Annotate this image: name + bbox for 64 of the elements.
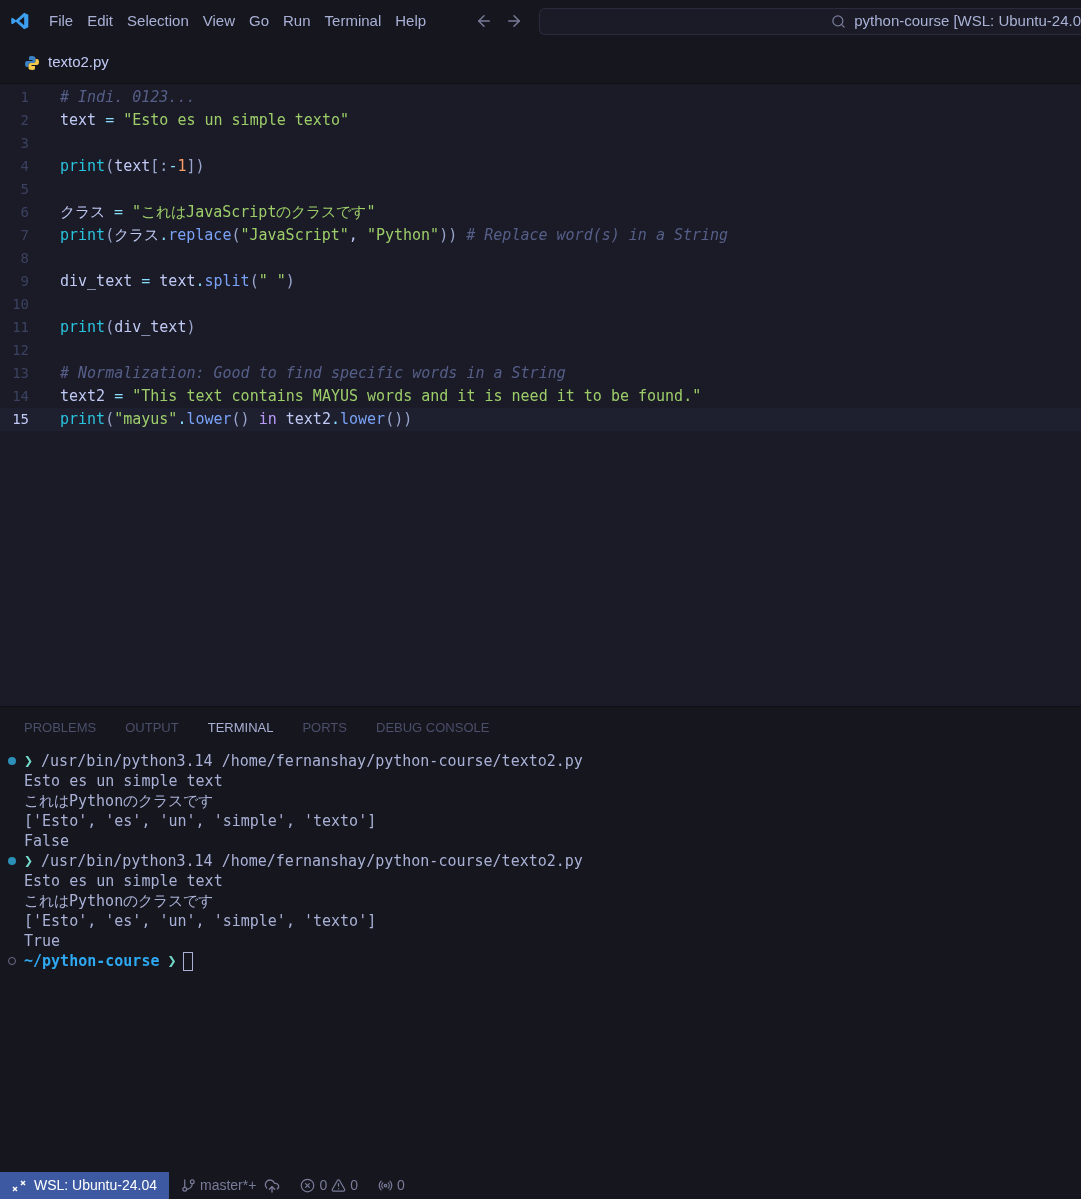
app-logo-icon bbox=[10, 11, 30, 31]
branch-icon bbox=[180, 1178, 196, 1193]
editor-tab[interactable]: texto2.py bbox=[0, 42, 133, 83]
menu-item[interactable]: Selection bbox=[122, 9, 194, 33]
line-number: 14 bbox=[11, 387, 29, 406]
line-number: 8 bbox=[19, 249, 29, 268]
terminal-output: False bbox=[24, 830, 70, 852]
terminal-output: True bbox=[24, 930, 61, 952]
menu-item[interactable]: View bbox=[197, 9, 240, 33]
line-number: 7 bbox=[19, 226, 29, 245]
terminal-output: Esto es un simple text bbox=[24, 770, 223, 792]
terminal-command: /usr/bin/python3.14 /home/fernanshay/python-course/texto2.py bbox=[41, 850, 583, 872]
line-number: 12 bbox=[11, 341, 29, 360]
terminal-output: これはPythonのクラスです bbox=[24, 890, 214, 912]
terminal-output: これはPythonのクラスです bbox=[24, 790, 214, 812]
remote-icon bbox=[12, 1179, 26, 1192]
error-icon bbox=[300, 1178, 316, 1193]
line-number: 9 bbox=[19, 272, 29, 291]
terminal-output: ['Esto', 'es', 'un', 'simple', 'texto'] bbox=[24, 910, 377, 932]
search-icon bbox=[831, 13, 847, 29]
line-number: 10 bbox=[11, 295, 29, 314]
terminal-output: Esto es un simple text bbox=[24, 870, 223, 892]
line-number: 13 bbox=[11, 364, 29, 383]
remote-indicator[interactable]: WSL: Ubuntu-24.04 bbox=[0, 1172, 169, 1199]
terminal-cursor bbox=[182, 951, 193, 971]
menu-item[interactable]: Terminal bbox=[319, 9, 387, 33]
code-line: # Indi. 0123... bbox=[60, 87, 196, 109]
line-number: 3 bbox=[19, 134, 29, 153]
code-line: クラス = "これはJavaScriptのクラスです" bbox=[60, 202, 376, 224]
code-line: print("mayus".lower() in text2.lower()) bbox=[60, 409, 413, 431]
code-line: # Normalization: Good to find specific words in a String bbox=[60, 363, 566, 385]
code-line: print(クラス.replace("JavaScript", "Python")) # Replace word(s) in a String bbox=[60, 225, 729, 247]
branch-indicator[interactable]: master*+ bbox=[180, 1175, 257, 1196]
menu-item[interactable]: Run bbox=[278, 9, 316, 33]
code-line: text = "Esto es un simple texto" bbox=[60, 110, 349, 132]
line-number: 4 bbox=[19, 157, 29, 176]
menu-item[interactable]: Go bbox=[244, 9, 274, 33]
cloud-upload-icon[interactable] bbox=[264, 1177, 281, 1194]
code-line: text2 = "This text contains MAYUS words and it is need it to be found." bbox=[60, 386, 702, 408]
line-number: 11 bbox=[11, 318, 29, 337]
menu-item[interactable]: File bbox=[44, 9, 79, 33]
line-number: 15 bbox=[11, 410, 29, 429]
search-field[interactable]: python-course [WSL: Ubuntu-24.0 bbox=[539, 7, 1081, 35]
code-line: div_text = text.split(" ") bbox=[60, 271, 295, 293]
line-number: 6 bbox=[19, 203, 29, 222]
prompt-symbol: ❯ bbox=[167, 950, 177, 972]
terminal-command: /usr/bin/python3.14 /home/fernanshay/python-course/texto2.py bbox=[41, 750, 583, 772]
panel-tab[interactable]: TERMINAL bbox=[207, 718, 274, 738]
line-number: 5 bbox=[19, 180, 29, 199]
warning-icon bbox=[331, 1178, 347, 1193]
prompt-symbol: ❯ bbox=[24, 850, 34, 872]
prompt-symbol: ❯ bbox=[24, 750, 34, 772]
current-directory: ~/python-course bbox=[24, 950, 160, 972]
code-line: print(text[:-1]) bbox=[60, 156, 205, 178]
code-line: print(div_text) bbox=[60, 317, 196, 339]
line-number: 1 bbox=[19, 88, 29, 107]
python-file-icon bbox=[24, 54, 40, 71]
antenna-icon bbox=[378, 1178, 393, 1193]
terminal-output: ['Esto', 'es', 'un', 'simple', 'texto'] bbox=[24, 810, 377, 832]
ports-indicator[interactable]: 0 bbox=[378, 1175, 405, 1196]
problems-indicator[interactable]: 0 0 bbox=[300, 1175, 358, 1196]
menu-item[interactable]: Edit bbox=[82, 9, 119, 33]
line-number: 2 bbox=[19, 111, 29, 130]
menu-item[interactable]: Help bbox=[390, 9, 432, 33]
